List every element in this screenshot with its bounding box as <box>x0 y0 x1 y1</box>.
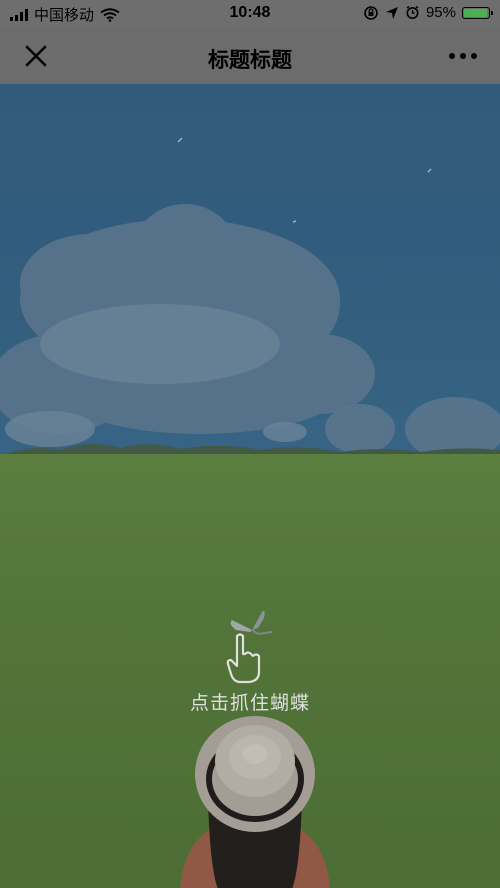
battery-fill <box>464 8 487 17</box>
alarm-icon <box>406 5 419 19</box>
rotation-lock-icon <box>364 5 378 20</box>
status-bar: 中国移动 10:48 95% <box>0 0 500 28</box>
sky-background <box>0 84 500 474</box>
more-dots-icon[interactable] <box>446 48 480 64</box>
status-right: 95% <box>363 4 493 21</box>
location-icon <box>385 6 398 19</box>
battery-percent: 95% <box>425 4 456 21</box>
page-title: 标题标题 <box>208 49 292 72</box>
battery-icon <box>462 6 493 19</box>
hand-pointer-icon <box>226 633 261 684</box>
girl-with-hat-illustration <box>180 716 330 888</box>
nav-bar: 标题标题 <box>0 28 500 84</box>
mini-program-screen: 中国移动 10:48 95% 标题标题 点击抓住蝴蝶 <box>0 0 500 888</box>
game-scene[interactable]: 点击抓住蝴蝶 <box>0 84 500 888</box>
clouds-illustration <box>0 137 500 474</box>
